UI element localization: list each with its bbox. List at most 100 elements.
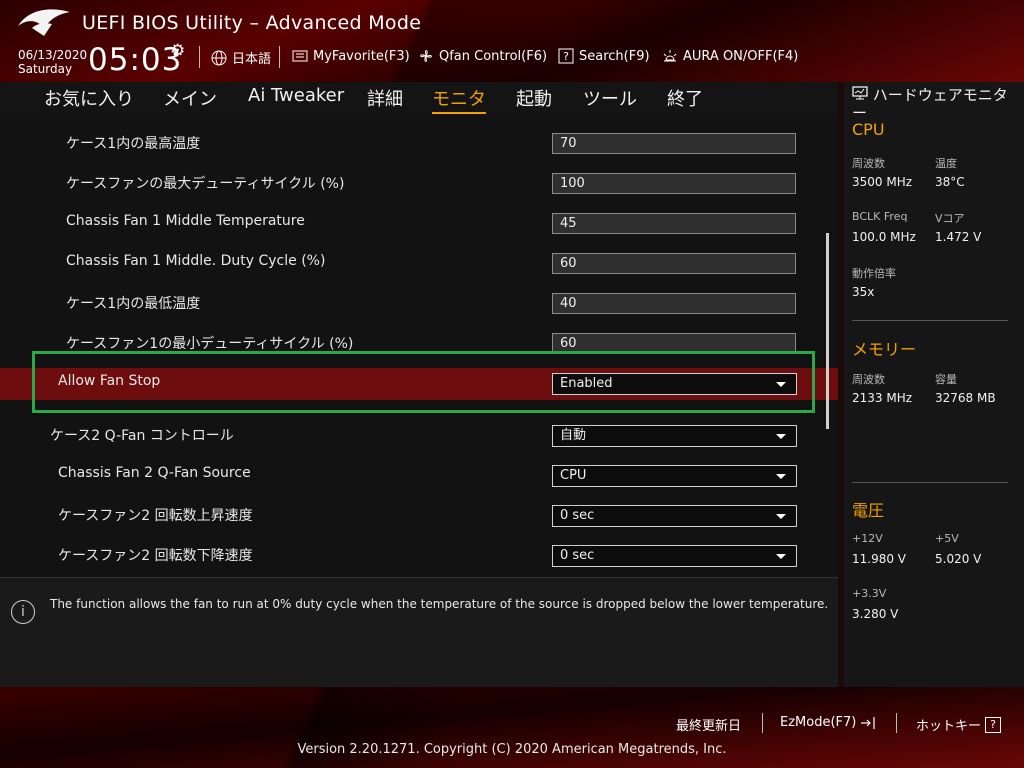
setting-row[interactable]: Chassis Fan 1 Middle Temperature 45 xyxy=(0,203,838,243)
tab-tool[interactable]: ツール xyxy=(583,85,637,111)
setting-label: ケース2 Q-Fan コントロール xyxy=(50,428,234,444)
header-divider xyxy=(199,46,200,68)
hw-monitor-title-text: ハードウェアモニター xyxy=(852,86,1008,122)
help-question-icon: ? xyxy=(985,716,1002,733)
hw-monitor-title: ハードウェアモニター xyxy=(852,86,1017,122)
value-field[interactable]: 60 xyxy=(552,253,796,274)
setting-row[interactable]: ケースファン2 回転数下降速度 0 sec xyxy=(0,535,838,575)
clock-time: 05:03 xyxy=(88,42,183,78)
dropdown-value: CPU xyxy=(560,468,587,483)
fan-icon xyxy=(420,50,432,62)
svg-text:?: ? xyxy=(563,50,569,63)
tab-exit[interactable]: 終了 xyxy=(667,85,703,111)
memory-heading: メモリー xyxy=(852,340,917,359)
date-text: 06/13/2020 xyxy=(18,48,88,62)
setting-label: ケース1内の最低温度 xyxy=(66,296,201,312)
myfavorite-label: MyFavorite(F3) xyxy=(313,48,410,64)
value-field[interactable]: 45 xyxy=(552,213,796,234)
hw-divider xyxy=(852,320,1008,321)
menu-tabs: お気に入り メイン Ai Tweaker 詳細 モニタ 起動 ツール 終了 xyxy=(0,82,838,115)
ratio-label: 動作倍率 xyxy=(852,267,896,280)
mem-freq-label: 周波数 xyxy=(852,373,885,386)
bclk-value: 100.0 MHz xyxy=(852,230,916,244)
setting-row[interactable]: ケース1内の最高温度 70 xyxy=(0,123,838,163)
mem-freq-value: 2133 MHz xyxy=(852,391,913,405)
tab-favorites[interactable]: お気に入り xyxy=(44,85,134,111)
dropdown-value: 自動 xyxy=(560,428,587,443)
aura-light-icon xyxy=(663,50,677,62)
search-label: Search(F9) xyxy=(579,48,650,64)
globe-icon xyxy=(211,50,227,65)
setting-row[interactable]: ケースファンの最大デューティサイクル (%) 100 xyxy=(0,163,838,203)
setting-label: ケースファン1の最小デューティサイクル (%) xyxy=(66,336,354,352)
header-divider xyxy=(279,46,280,68)
setting-row[interactable]: Chassis Fan 2 Q-Fan Source CPU xyxy=(0,455,838,495)
setting-row[interactable]: ケース1内の最低温度 40 xyxy=(0,283,838,323)
v12-label: +12V xyxy=(852,532,883,545)
copyright-text: Version 2.20.1271. Copyright (C) 2020 Am… xyxy=(297,742,727,757)
setting-label: ケースファン2 回転数上昇速度 xyxy=(58,508,253,524)
footer-bar: 最終更新日 EzMode(F7) ホットキー ? Version 2.20.12… xyxy=(0,687,1024,768)
footer-divider xyxy=(762,713,763,733)
rog-logo-icon xyxy=(18,9,70,36)
chevron-down-icon xyxy=(776,434,786,439)
help-description: The function allows the fan to run at 0%… xyxy=(50,597,829,611)
tab-ai-tweaker[interactable]: Ai Tweaker xyxy=(248,85,344,106)
day-text: Saturday xyxy=(18,62,73,76)
vcore-label: Vコア xyxy=(935,212,965,225)
setting-label: ケースファン2 回転数下降速度 xyxy=(58,548,253,564)
gear-icon[interactable]: ⚙ xyxy=(170,41,185,61)
hotkeys-label: ホットキー xyxy=(916,719,982,734)
setting-row[interactable]: ケースファン2 回転数上昇速度 0 sec xyxy=(0,495,838,535)
v12-value: 11.980 V xyxy=(852,552,907,566)
tab-main[interactable]: メイン xyxy=(163,85,217,111)
setting-row[interactable]: Chassis Fan 1 Middle. Duty Cycle (%) 60 xyxy=(0,243,838,283)
favorite-list-icon xyxy=(292,50,308,62)
aura-toggle-button[interactable]: AURA ON/OFF(F4) xyxy=(662,48,798,64)
tab-boot[interactable]: 起動 xyxy=(516,85,552,111)
cpu-freq-label: 周波数 xyxy=(852,157,885,170)
exit-arrow-icon xyxy=(861,716,875,729)
v33-value: 3.280 V xyxy=(852,607,899,621)
cpu-heading: CPU xyxy=(852,120,885,139)
cpu-freq-value: 3500 MHz xyxy=(852,175,913,189)
chevron-down-icon xyxy=(776,554,786,559)
chevron-down-icon xyxy=(776,474,786,479)
language-button[interactable]: 日本語 xyxy=(211,48,271,67)
qfan-source-dropdown[interactable]: CPU xyxy=(552,465,797,487)
focus-outline xyxy=(32,351,815,413)
value-field[interactable]: 100 xyxy=(552,173,796,194)
qfan-label: Qfan Control(F6) xyxy=(439,48,548,64)
tab-monitor[interactable]: モニタ xyxy=(432,85,486,114)
hw-divider xyxy=(852,482,1008,483)
dropdown-value: 0 sec xyxy=(560,548,595,563)
value-field[interactable]: 40 xyxy=(552,293,796,314)
help-question-icon: ? xyxy=(558,48,574,64)
mem-cap-value: 32768 MB xyxy=(935,391,996,405)
voltage-heading: 電圧 xyxy=(852,501,885,520)
qfan-control-button[interactable]: Qfan Control(F6) xyxy=(418,48,547,64)
value-field[interactable]: 70 xyxy=(552,133,796,154)
qfan-control-dropdown[interactable]: 自動 xyxy=(552,425,797,447)
info-icon: i xyxy=(11,600,35,624)
date-display: 06/13/2020 Saturday xyxy=(18,48,87,76)
cpu-temp-label: 温度 xyxy=(935,157,957,170)
hotkeys-button[interactable]: ホットキー ? xyxy=(916,715,1002,734)
fan-step-down-dropdown[interactable]: 0 sec xyxy=(552,545,797,567)
setting-label: ケース1内の最高温度 xyxy=(66,136,201,152)
mem-cap-label: 容量 xyxy=(935,373,957,386)
fan-step-up-dropdown[interactable]: 0 sec xyxy=(552,505,797,527)
aura-label: AURA ON/OFF(F4) xyxy=(683,48,799,64)
setting-row[interactable]: ケース2 Q-Fan コントロール 自動 xyxy=(0,415,838,455)
hardware-monitor-panel: ハードウェアモニター CPU 周波数 温度 3500 MHz 38°C BCLK… xyxy=(844,82,1024,687)
scrollbar[interactable] xyxy=(826,233,829,429)
tab-advanced[interactable]: 詳細 xyxy=(367,85,403,111)
setting-label: ケースファンの最大デューティサイクル (%) xyxy=(66,176,345,192)
myfavorite-button[interactable]: MyFavorite(F3) xyxy=(292,48,410,64)
ezmode-label: EzMode(F7) xyxy=(780,715,857,730)
vcore-value: 1.472 V xyxy=(935,230,982,244)
last-modified-button[interactable]: 最終更新日 xyxy=(676,715,741,734)
ezmode-button[interactable]: EzMode(F7) xyxy=(780,715,876,730)
help-bar: i The function allows the fan to run at … xyxy=(0,577,838,688)
search-button[interactable]: ? Search(F9) xyxy=(558,48,650,64)
